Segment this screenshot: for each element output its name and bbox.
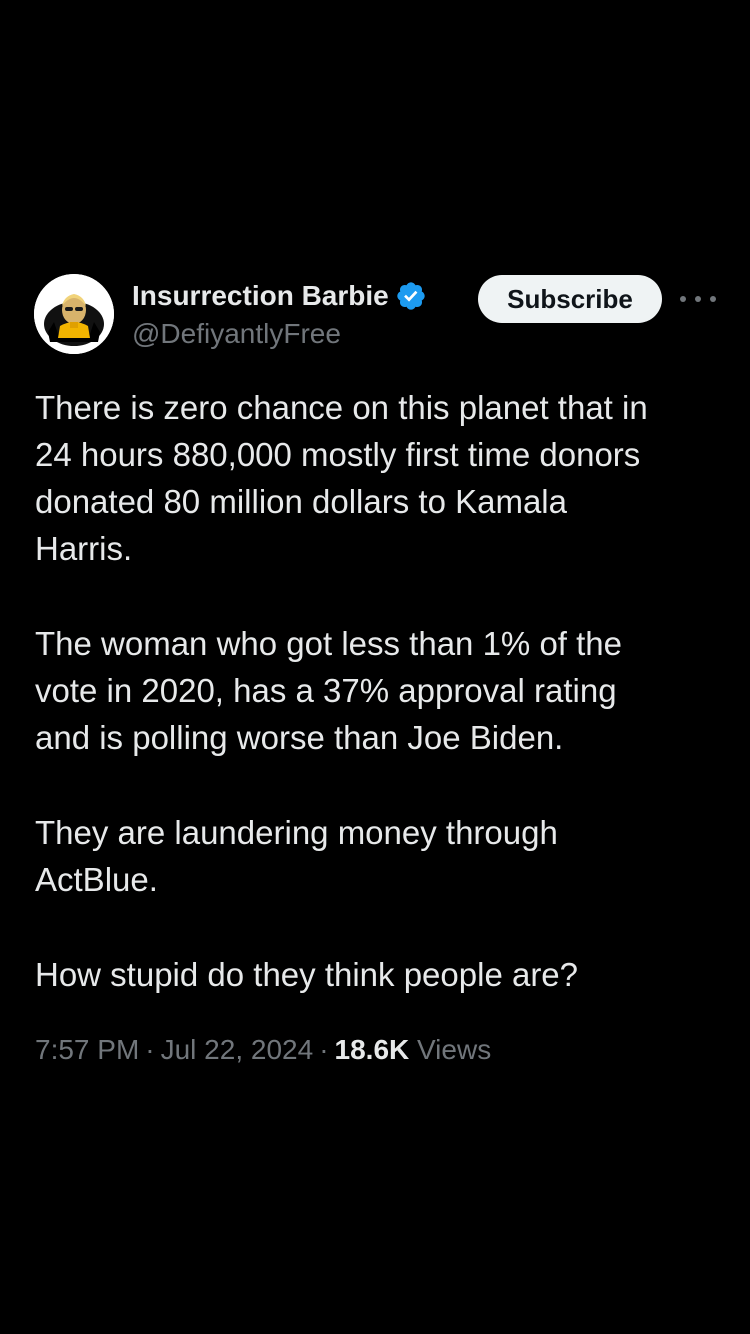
author-display-name[interactable]: Insurrection Barbie xyxy=(132,280,389,312)
meta-separator: · xyxy=(319,1034,329,1065)
more-dot xyxy=(710,296,716,302)
tweet-paragraph: There is zero chance on this planet that… xyxy=(35,389,648,567)
tweet-text: There is zero chance on this planet that… xyxy=(35,384,725,998)
views-count[interactable]: 18.6K xyxy=(335,1034,410,1065)
more-dot xyxy=(680,296,686,302)
tweet-metadata: 7:57 PM · Jul 22, 2024 · 18.6K Views xyxy=(35,1034,491,1066)
views-label: Views xyxy=(417,1034,492,1065)
tweet-paragraph: The woman who got less than 1% of the vo… xyxy=(35,625,623,756)
tweet-paragraph: How stupid do they think people are? xyxy=(35,956,579,993)
subscribe-button[interactable]: Subscribe xyxy=(478,275,662,323)
avatar-image xyxy=(34,274,114,354)
tweet-date[interactable]: Jul 22, 2024 xyxy=(161,1034,314,1065)
tweet-paragraph: They are laundering money through ActBlu… xyxy=(35,814,558,898)
tweet-time[interactable]: 7:57 PM xyxy=(35,1034,139,1065)
author-handle[interactable]: @DefiyantlyFree xyxy=(132,318,341,350)
more-dot xyxy=(695,296,701,302)
verified-badge-icon xyxy=(397,282,425,310)
meta-separator: · xyxy=(145,1034,155,1065)
author-name-row: Insurrection Barbie xyxy=(132,276,427,316)
more-options-icon[interactable] xyxy=(680,286,716,312)
author-avatar[interactable] xyxy=(34,274,114,354)
